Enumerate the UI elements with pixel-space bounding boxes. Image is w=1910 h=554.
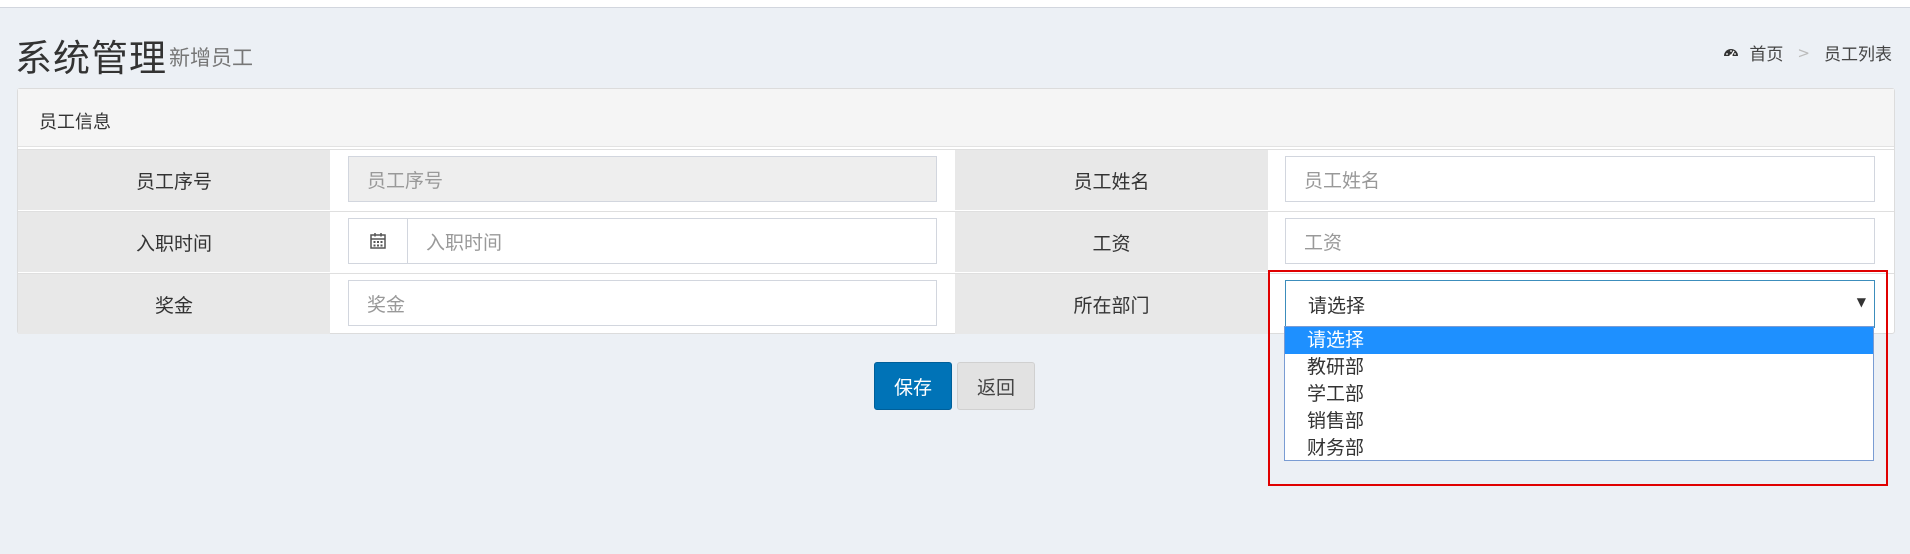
breadcrumb-current: 员工列表 xyxy=(1824,45,1892,65)
bonus-input[interactable]: 奖金 xyxy=(348,280,937,326)
emp-name-input[interactable]: 员工姓名 xyxy=(1285,156,1875,202)
dept-option[interactable]: 销售部 xyxy=(1285,408,1873,435)
hire-date-placeholder: 入职时间 xyxy=(426,231,503,254)
form-row: 员工序号 员工序号 员工姓名 员工姓名 xyxy=(18,149,1894,211)
employee-info-box: 员工信息 员工序号 员工序号 员工姓名 员工姓名 入职时间 入职时间 工资 工资… xyxy=(17,88,1895,334)
caret-down-icon: ▼ xyxy=(1856,295,1866,309)
page-title: 系统管理 xyxy=(15,37,167,80)
dept-dropdown-list: 请选择 教研部 学工部 销售部 财务部 xyxy=(1284,326,1874,461)
hire-date-input[interactable]: 入职时间 xyxy=(348,218,937,264)
emp-name-label: 员工姓名 xyxy=(955,150,1268,210)
save-button[interactable]: 保存 xyxy=(874,362,952,410)
hire-date-label: 入职时间 xyxy=(18,212,330,272)
emp-id-label: 员工序号 xyxy=(18,150,330,210)
breadcrumb-separator: > xyxy=(1797,43,1810,62)
page-subtitle: 新增员工 xyxy=(169,46,253,70)
form-row: 入职时间 入职时间 工资 工资 xyxy=(18,211,1894,273)
form-grid: 员工序号 员工序号 员工姓名 员工姓名 入职时间 入职时间 工资 工资 奖金 奖… xyxy=(18,149,1894,335)
emp-id-input[interactable]: 员工序号 xyxy=(348,156,937,202)
dept-option[interactable]: 学工部 xyxy=(1285,381,1873,408)
salary-input[interactable]: 工资 xyxy=(1285,218,1875,264)
dept-option[interactable]: 请选择 xyxy=(1285,327,1873,354)
salary-label: 工资 xyxy=(955,212,1268,272)
dept-option[interactable]: 财务部 xyxy=(1285,435,1873,462)
breadcrumb-home-link[interactable]: 首页 xyxy=(1749,40,1783,65)
box-title: 员工信息 xyxy=(39,112,111,133)
dept-select[interactable]: 请选择 ▼ xyxy=(1285,280,1875,328)
top-bar xyxy=(0,0,1910,8)
calendar-icon[interactable] xyxy=(349,219,408,263)
dashboard-icon xyxy=(1724,48,1739,58)
box-header: 员工信息 xyxy=(18,89,1894,147)
dept-option[interactable]: 教研部 xyxy=(1285,354,1873,381)
dept-select-value: 请选择 xyxy=(1308,294,1366,317)
bonus-label: 奖金 xyxy=(18,274,330,334)
dept-label: 所在部门 xyxy=(955,274,1268,334)
breadcrumb: 首页 > 员工列表 xyxy=(1723,40,1892,65)
back-button[interactable]: 返回 xyxy=(957,362,1035,410)
